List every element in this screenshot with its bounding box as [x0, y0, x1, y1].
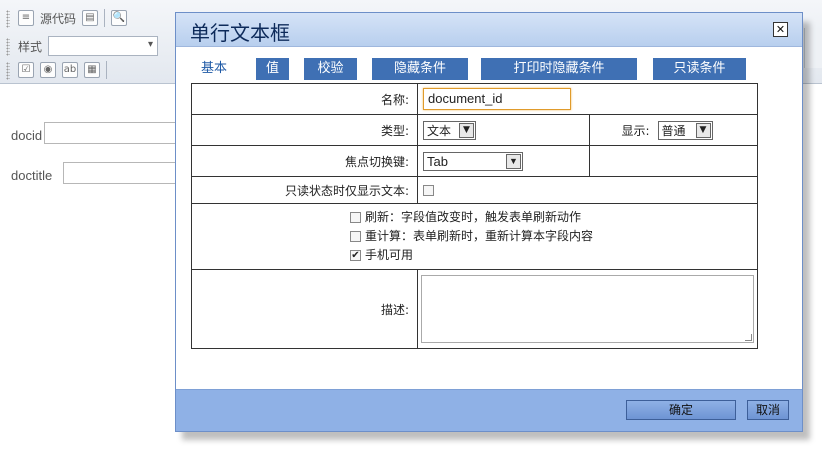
- toolbar-row-2: 样式: [18, 34, 159, 58]
- toolbar-grip[interactable]: [6, 62, 10, 80]
- dialog-body: 基本 值 校验 隐藏条件 打印时隐藏条件 只读条件 名称: document_i…: [176, 47, 802, 389]
- display-cell: 普通 ▼: [657, 114, 758, 146]
- doctitle-input[interactable]: [63, 162, 183, 184]
- toolbar-separator: [106, 61, 107, 79]
- type-select-value: 文本: [427, 123, 452, 138]
- focus-key-select[interactable]: Tab ▼: [423, 151, 523, 171]
- tab-bar: 基本 值 校验 隐藏条件 打印时隐藏条件 只读条件: [188, 58, 768, 80]
- cancel-button[interactable]: 取消: [747, 400, 789, 420]
- chevron-down-icon[interactable]: ▼: [695, 122, 711, 138]
- textfield-tool-icon[interactable]: ab: [62, 62, 78, 78]
- source-code-button[interactable]: 源代码: [40, 10, 76, 27]
- empty-cell: [589, 145, 758, 177]
- refresh-option: 刷新：字段值改变时，触发表单刷新动作: [350, 208, 757, 227]
- mobile-label: 手机可用: [365, 248, 414, 262]
- readonly-text-label: 只读状态时仅显示文本:: [191, 176, 418, 204]
- textarea-tool-icon[interactable]: ▦: [84, 62, 100, 78]
- type-cell: 文本 ▼: [417, 114, 590, 146]
- name-input[interactable]: document_id: [423, 88, 571, 110]
- docid-input[interactable]: [44, 122, 184, 144]
- toolbar-grip[interactable]: [6, 38, 10, 56]
- focus-key-value: Tab: [427, 153, 448, 169]
- chevron-down-icon[interactable]: ▼: [459, 122, 474, 138]
- chevron-down-icon[interactable]: ▼: [506, 153, 521, 169]
- refresh-label: 刷新：字段值改变时，触发表单刷新动作: [365, 210, 582, 224]
- toolbar-row-1: ≡ 源代码 ▤ 🔍: [18, 6, 128, 30]
- toolbar-row-3: ☑ ◉ ab ▦: [18, 58, 107, 82]
- toolbar-separator: [104, 9, 106, 27]
- display-select[interactable]: 普通 ▼: [657, 120, 713, 140]
- focus-key-label: 焦点切换键:: [191, 145, 418, 177]
- form-table: 名称: document_id 类型: 文本 ▼ 显示: 普通 ▼ 焦点切换键:…: [191, 83, 758, 349]
- toolbar-grip[interactable]: [6, 10, 10, 28]
- recalculate-checkbox[interactable]: [350, 231, 361, 242]
- doctitle-label: doctitle: [11, 168, 53, 183]
- preview-icon[interactable]: 🔍: [111, 10, 128, 26]
- name-cell: document_id: [417, 83, 758, 115]
- style-select[interactable]: [48, 36, 159, 56]
- recalculate-option: 重计算：表单刷新时，重新计算本字段内容: [350, 227, 757, 246]
- tab-basic[interactable]: 基本: [188, 58, 240, 80]
- radio-tool-icon[interactable]: ◉: [40, 62, 56, 78]
- dialog-footer: 确定 取消: [176, 389, 802, 431]
- tab-validation[interactable]: 校验: [304, 58, 357, 80]
- readonly-text-cell: [417, 176, 758, 204]
- docid-label: docid: [11, 128, 43, 143]
- type-label: 类型:: [191, 114, 418, 146]
- refresh-checkbox[interactable]: [350, 212, 361, 223]
- description-label: 描述:: [191, 269, 418, 349]
- tab-hide-condition[interactable]: 隐藏条件: [372, 58, 468, 80]
- display-select-value: 普通: [661, 123, 686, 138]
- checkbox-tool-icon[interactable]: ☑: [18, 62, 34, 78]
- ok-button[interactable]: 确定: [626, 400, 736, 420]
- close-button[interactable]: ✕: [773, 22, 788, 37]
- display-label: 显示:: [589, 114, 658, 146]
- recalculate-label: 重计算：表单刷新时，重新计算本字段内容: [365, 229, 594, 243]
- tab-readonly-condition[interactable]: 只读条件: [653, 58, 746, 80]
- readonly-text-checkbox[interactable]: [423, 185, 434, 196]
- dialog-header: 单行文本框 ✕: [176, 13, 802, 47]
- focus-key-cell: Tab ▼: [417, 145, 590, 177]
- tab-print-hide-condition[interactable]: 打印时隐藏条件: [481, 58, 637, 80]
- text-field-dialog: 单行文本框 ✕ 基本 值 校验 隐藏条件 打印时隐藏条件 只读条件 名称: do…: [175, 12, 803, 432]
- source-code-icon[interactable]: ≡: [18, 10, 34, 26]
- type-select[interactable]: 文本 ▼: [423, 120, 476, 140]
- dialog-title: 单行文本框: [190, 21, 290, 45]
- style-label: 样式: [18, 39, 43, 54]
- mobile-checkbox[interactable]: ✔: [350, 250, 361, 261]
- mobile-option: ✔ 手机可用: [350, 246, 757, 265]
- options-cell: 刷新：字段值改变时，触发表单刷新动作 重计算：表单刷新时，重新计算本字段内容 ✔…: [191, 203, 758, 270]
- name-label: 名称:: [191, 83, 418, 115]
- description-cell: [417, 269, 758, 349]
- copy-icon[interactable]: ▤: [82, 10, 99, 26]
- tab-value[interactable]: 值: [256, 58, 289, 80]
- description-textarea[interactable]: [421, 275, 754, 343]
